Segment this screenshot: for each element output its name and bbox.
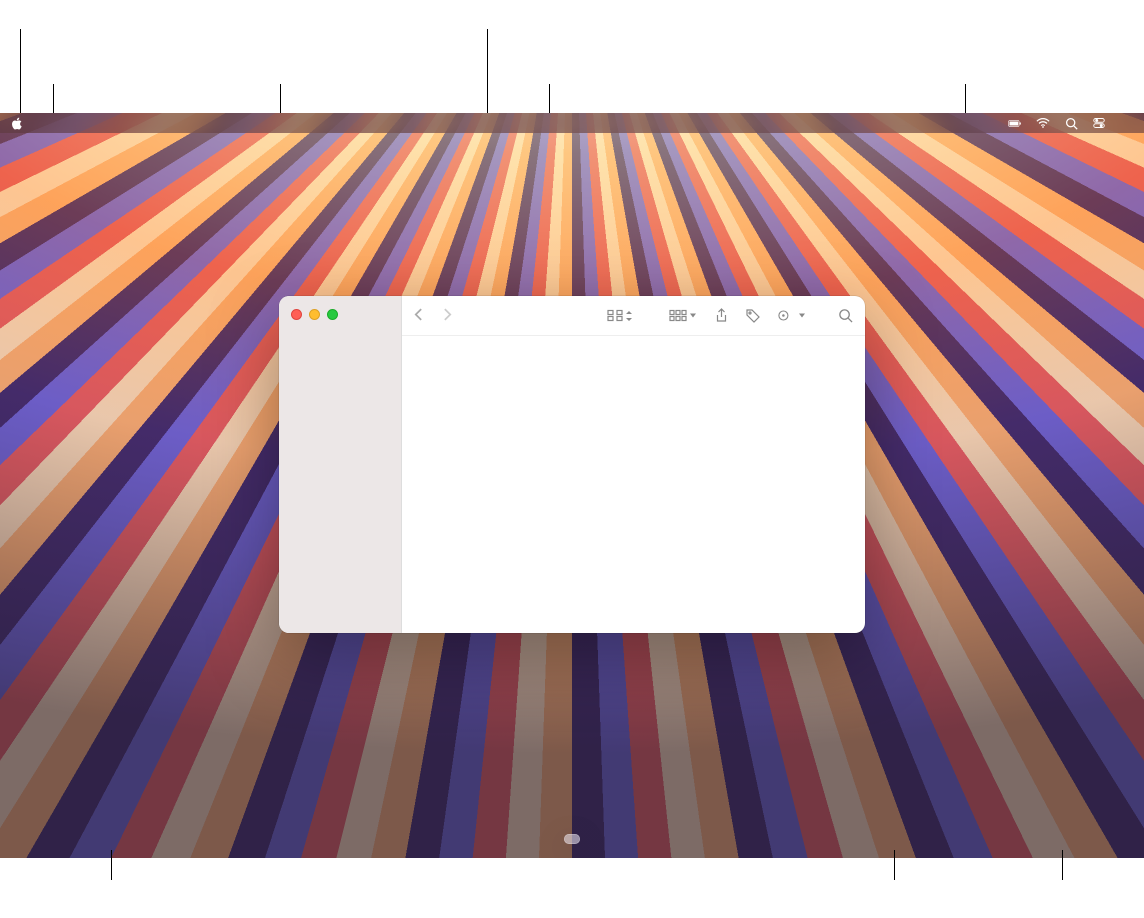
nav-forward-icon[interactable] xyxy=(442,308,452,324)
finder-main xyxy=(402,296,865,633)
sidebar-head-favorites xyxy=(279,344,401,350)
battery-icon[interactable] xyxy=(1008,116,1022,130)
window-controls xyxy=(279,304,401,330)
spotlight-icon[interactable] xyxy=(1064,116,1078,130)
search-button[interactable] xyxy=(838,308,853,323)
tag-button[interactable] xyxy=(746,309,760,323)
close-button[interactable] xyxy=(291,309,302,320)
finder-toolbar xyxy=(402,296,865,336)
sidebar-head-tags xyxy=(279,370,401,376)
share-button[interactable] xyxy=(715,308,728,323)
group-button[interactable] xyxy=(669,309,697,322)
sidebar-head-icloud xyxy=(279,330,401,336)
minimize-button[interactable] xyxy=(309,309,320,320)
menu-bar xyxy=(0,113,1144,133)
action-button[interactable] xyxy=(778,309,806,322)
nav-back-icon[interactable] xyxy=(414,308,424,324)
finder-window xyxy=(279,296,865,633)
control-center-icon[interactable] xyxy=(1092,116,1106,130)
sidebar-head-locations xyxy=(279,358,401,364)
finder-content[interactable] xyxy=(402,336,865,633)
desktop[interactable] xyxy=(0,113,1144,858)
zoom-button[interactable] xyxy=(327,309,338,320)
finder-sidebar xyxy=(279,296,402,633)
view-icons-button[interactable] xyxy=(607,309,633,322)
wifi-icon[interactable] xyxy=(1036,116,1050,130)
apple-menu-icon[interactable] xyxy=(10,116,24,130)
dock xyxy=(564,834,580,844)
